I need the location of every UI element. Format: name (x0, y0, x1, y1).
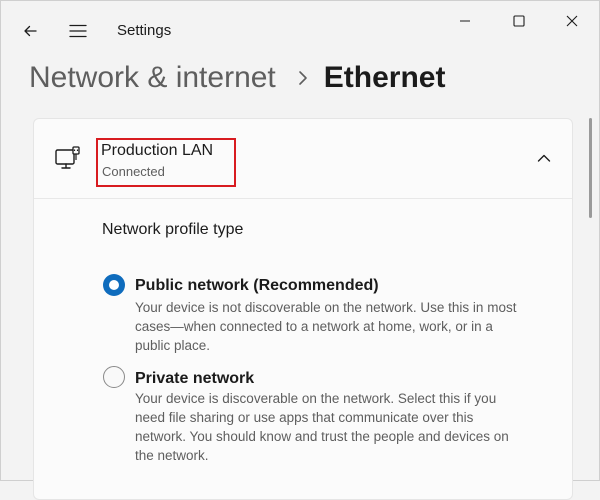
hamburger-menu-icon (69, 24, 87, 38)
network-profile-label: Network profile type (102, 221, 244, 238)
title-bar: Settings (1, 1, 599, 53)
connection-status: Connected (102, 164, 165, 179)
public-network-description: Your device is not discoverable on the n… (135, 300, 517, 353)
app-title: Settings (117, 22, 172, 39)
ethernet-connection-card: Production LAN Connected Network profile… (33, 118, 573, 500)
page-title: Ethernet (323, 61, 446, 94)
scrollbar-thumb[interactable] (589, 118, 592, 218)
private-network-title[interactable]: Private network (135, 370, 254, 388)
settings-window: Settings Network & internet Ethernet Pro… (0, 0, 600, 500)
navigation-menu-button[interactable] (61, 15, 95, 47)
connection-header[interactable]: Production LAN Connected (34, 119, 572, 199)
minimize-icon (460, 20, 470, 22)
chevron-right-icon (298, 71, 307, 85)
chevron-up-icon (537, 154, 551, 162)
back-arrow-icon (24, 25, 37, 37)
private-network-description: Your device is discoverable on the netwo… (135, 391, 509, 463)
back-button[interactable] (13, 15, 47, 47)
maximize-icon (513, 15, 525, 27)
breadcrumb-parent-link[interactable]: Network & internet (29, 61, 276, 95)
private-network-radio[interactable] (103, 366, 125, 388)
maximize-button[interactable] (501, 7, 537, 35)
breadcrumb-separator (298, 70, 308, 86)
close-button[interactable] (554, 7, 590, 35)
public-network-radio[interactable] (103, 274, 125, 296)
close-icon (566, 15, 578, 27)
public-network-title[interactable]: Public network (Recommended) (135, 277, 379, 295)
ethernet-monitor-icon (55, 146, 80, 169)
collapse-button[interactable] (532, 147, 556, 169)
minimize-button[interactable] (447, 7, 483, 35)
connection-name: Production LAN (101, 142, 214, 159)
breadcrumb: Network & internet Ethernet (29, 57, 445, 99)
scrollbar[interactable] (589, 118, 593, 478)
